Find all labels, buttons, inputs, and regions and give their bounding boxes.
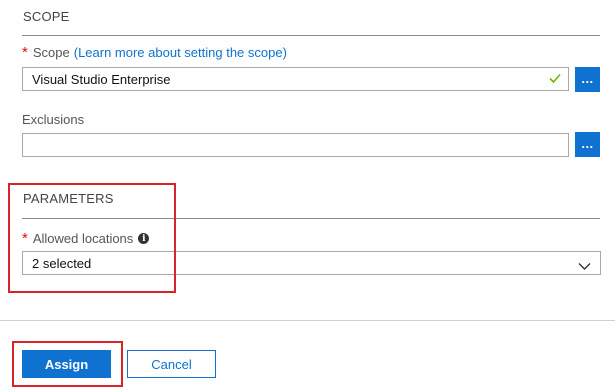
scope-learn-more-link[interactable]: Learn more about setting the scope [78, 45, 283, 60]
scope-link-close-paren: ) [282, 45, 287, 60]
scope-value: Visual Studio Enterprise [32, 71, 171, 87]
exclusions-field[interactable] [22, 133, 569, 157]
scope-field[interactable]: Visual Studio Enterprise [22, 67, 569, 91]
scope-label-row: * Scope (Learn more about setting the sc… [22, 45, 287, 60]
scope-section-title: SCOPE [23, 9, 70, 24]
check-icon [548, 71, 562, 88]
exclusions-browse-button[interactable]: ... [575, 132, 600, 157]
footer-divider [0, 320, 615, 321]
cancel-button[interactable]: Cancel [127, 350, 216, 378]
exclusions-label: Exclusions [22, 112, 85, 127]
chevron-down-icon [578, 259, 591, 274]
scope-divider [22, 35, 600, 36]
parameters-highlight-box [8, 183, 176, 293]
scope-browse-button[interactable]: ... [575, 67, 600, 92]
required-marker: * [22, 44, 28, 61]
scope-label: Scope [32, 45, 70, 60]
assign-highlight-box [12, 341, 123, 387]
